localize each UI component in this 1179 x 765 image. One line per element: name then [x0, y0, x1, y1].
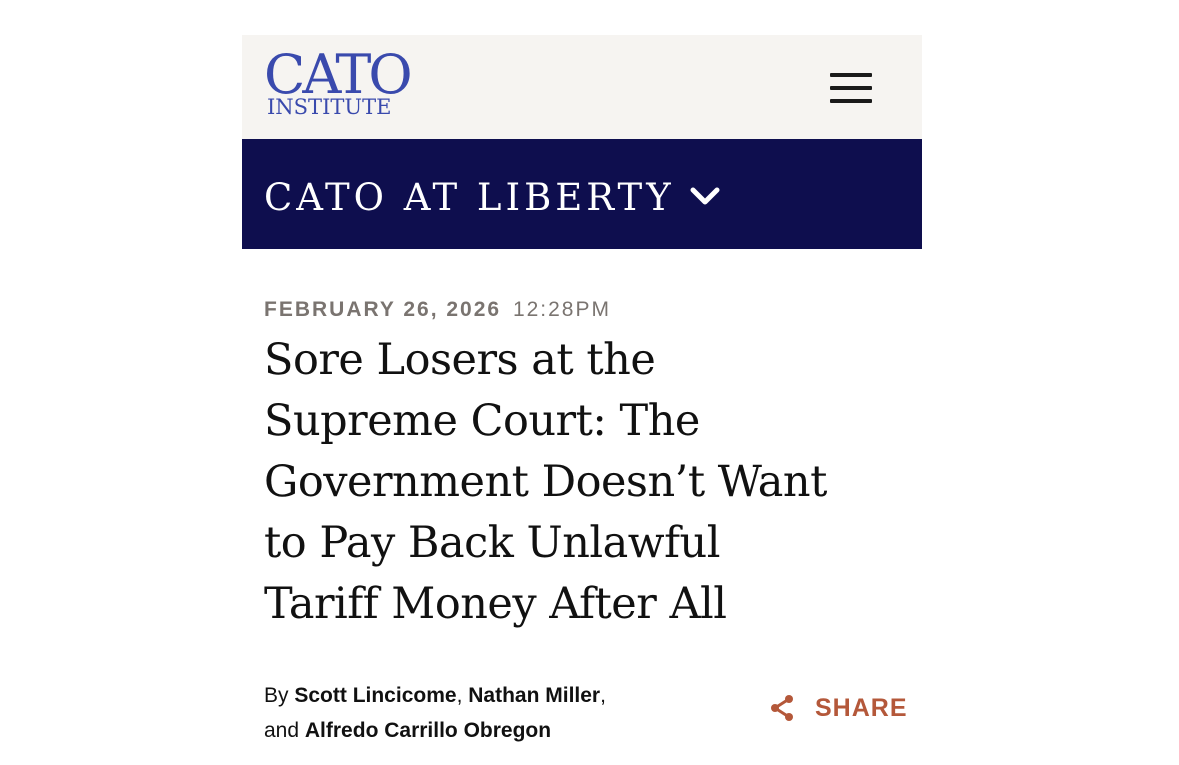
page: CATO INSTITUTE CATO AT LIBERTY FEBRUARY …: [0, 0, 1179, 765]
byline-separator: ,: [600, 684, 606, 707]
hamburger-menu-icon[interactable]: [830, 71, 874, 105]
byline-prefix: By: [264, 684, 289, 707]
byline-conjunction: and: [264, 719, 300, 742]
share-label: SHARE: [815, 693, 908, 722]
logo-wordmark: CATO: [264, 43, 413, 106]
author-link-scott-lincicome[interactable]: Scott Lincicome: [294, 684, 456, 707]
headline-line: Tariff Money After All: [264, 579, 727, 629]
share-button[interactable]: SHARE: [768, 690, 908, 726]
article-dateline: FEBRUARY 26, 2026 12:28PM: [264, 298, 611, 322]
logo-subtitle: INSTITUTE: [267, 95, 392, 119]
author-link-alfredo-carrillo-obregon[interactable]: Alfredo Carrillo Obregon: [305, 719, 551, 742]
byline-separator: ,: [456, 684, 463, 707]
article-byline: By Scott Lincicome, Nathan Miller, and A…: [264, 678, 606, 748]
headline-line: Sore Losers at the: [264, 335, 656, 385]
top-bar: CATO INSTITUTE: [242, 35, 922, 139]
article-time: 12:28PM: [512, 298, 611, 321]
author-link-nathan-miller[interactable]: Nathan Miller: [468, 684, 600, 707]
article-date: FEBRUARY 26, 2026: [264, 298, 502, 321]
article-headline: Sore Losers at the Supreme Court: The Go…: [264, 330, 904, 635]
headline-line: Supreme Court: The: [264, 396, 700, 446]
site-header: CATO INSTITUTE CATO AT LIBERTY: [242, 35, 922, 249]
chevron-down-icon[interactable]: [688, 185, 722, 209]
section-title: CATO AT LIBERTY: [264, 176, 675, 219]
headline-line: Government Doesn’t Want: [264, 457, 827, 507]
headline-line: to Pay Back Unlawful: [264, 518, 720, 568]
share-icon: [771, 695, 793, 721]
cato-institute-logo[interactable]: CATO INSTITUTE: [264, 43, 413, 119]
section-nav[interactable]: CATO AT LIBERTY: [242, 139, 922, 249]
